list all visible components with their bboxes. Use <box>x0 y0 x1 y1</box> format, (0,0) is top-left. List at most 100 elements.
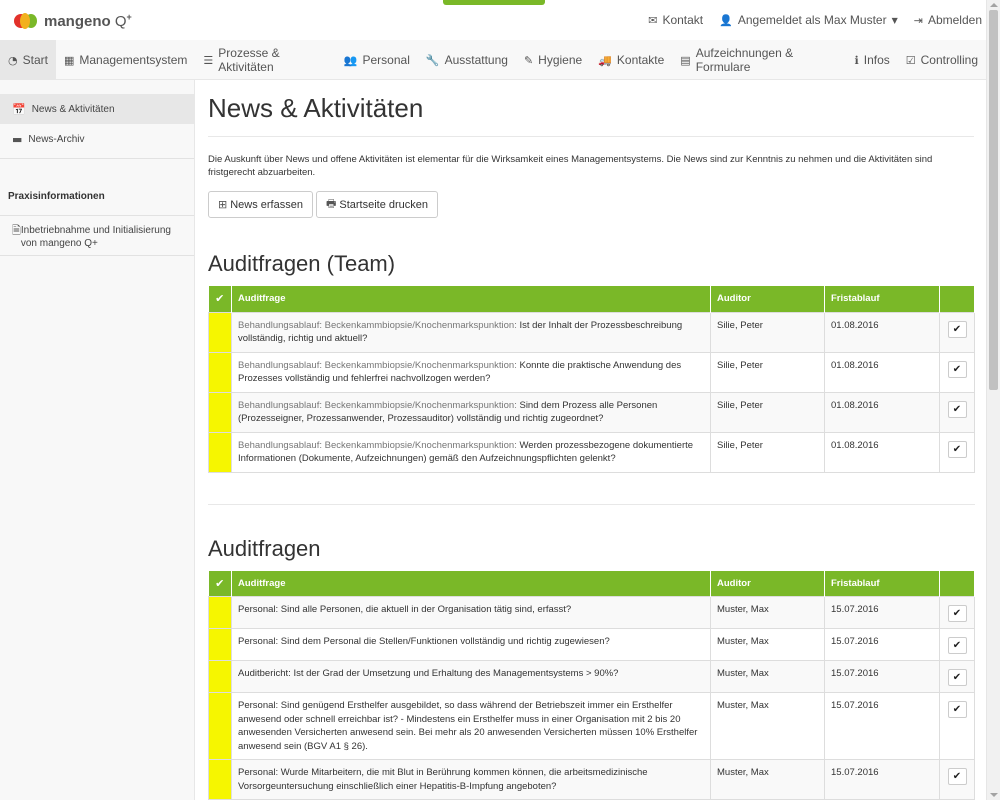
user-menu[interactable]: 👤 Angemeldet als Max Muster ▼ <box>719 13 898 27</box>
page-scrollbar[interactable] <box>986 0 1000 800</box>
page-title: News & Aktivitäten <box>208 93 424 123</box>
startseite-drucken-button[interactable]: 🖶 Startseite drucken <box>315 191 439 218</box>
nav-label: Aufzeichnungen & Formulare <box>695 46 794 74</box>
audit-table-team: ✔ Auditfrage Auditor Fristablauf Behandl… <box>208 286 975 473</box>
edit-icon: ✎ <box>523 53 534 67</box>
complete-check-button[interactable]: ✔ <box>947 320 967 338</box>
complete-check-button[interactable]: ✔ <box>947 605 967 622</box>
calendar-icon: 📅 <box>12 102 26 116</box>
section-title-team: Auditfragen (Team) <box>208 251 396 276</box>
deadline-cell: 15.07.2016 <box>824 692 940 760</box>
check-icon: ✔ <box>215 292 225 306</box>
complete-check-button[interactable]: ✔ <box>947 768 967 785</box>
sidebar: 📅 News & Aktivitäten ▬ News-Archiv Praxi… <box>0 80 195 800</box>
nav-item-personal[interactable]: 👥 Personal <box>336 40 418 80</box>
top-header: mangeno Q+ ✉ Kontakt 👤 Angemeldet als Ma… <box>0 0 986 40</box>
nav-label: Hygiene <box>538 53 583 67</box>
question-cell: Personal: Sind dem Personal die Stellen/… <box>231 628 711 661</box>
nav-item-managementsystem[interactable]: ▦ Managementsystem <box>56 40 195 80</box>
brand-name: mangeno Q+ <box>44 12 132 30</box>
status-flag <box>208 660 232 693</box>
complete-check-button[interactable]: ✔ <box>947 360 967 378</box>
status-flag <box>208 628 232 661</box>
nav-item-aufzeichnungen[interactable]: ▤ Aufzeichnungen & Formulare <box>672 40 846 80</box>
check-column-header: ✔ <box>208 570 232 597</box>
scroll-down-arrow-icon[interactable] <box>990 793 998 797</box>
column-header-actions <box>939 570 975 597</box>
auditor-cell: Silie, Peter <box>710 311 825 353</box>
deadline-cell: 15.07.2016 <box>824 596 940 629</box>
column-header-actions <box>939 286 975 312</box>
caret-down-icon: ▼ <box>891 15 898 25</box>
deadline-cell: 01.08.2016 <box>824 391 940 433</box>
section-title-audit: Auditfragen <box>208 535 321 561</box>
sidebar-item-label: News & Aktivitäten <box>31 103 115 115</box>
nav-item-kontakte[interactable]: 🚚 Kontakte <box>590 40 672 80</box>
nav-item-start[interactable]: ◔ Start <box>0 40 56 80</box>
deadline-cell: 01.08.2016 <box>824 351 940 393</box>
sign-out-icon: ⇥ <box>913 13 923 27</box>
brand-logo[interactable]: mangeno Q+ <box>14 12 132 30</box>
nav-item-hygiene[interactable]: ✎ Hygiene <box>516 40 590 80</box>
complete-check-button[interactable]: ✔ <box>947 400 967 418</box>
nav-item-controlling[interactable]: ☑ Controlling <box>898 40 986 80</box>
logout-label: Abmelden <box>927 13 982 27</box>
question-cell: Behandlungsablauf: Beckenkammbiopsie/Kno… <box>231 351 711 393</box>
nav-label: Controlling <box>920 53 978 67</box>
complete-check-button[interactable]: ✔ <box>947 637 967 654</box>
table-row: Behandlungsablauf: Beckenkammbiopsie/Kno… <box>208 431 975 473</box>
nav-item-ausstattung[interactable]: 🔧 Ausstattung <box>418 40 516 80</box>
deadline-cell: 15.07.2016 <box>824 759 940 800</box>
contact-link[interactable]: ✉ Kontakt <box>648 13 703 27</box>
info-icon: ℹ <box>854 53 859 67</box>
question-cell: Auditbericht: Ist der Grad der Umsetzung… <box>231 660 711 693</box>
column-header-deadline: Fristablauf <box>824 286 940 312</box>
list-alt-icon: ▤ <box>680 53 691 67</box>
action-buttons: ⊞ News erfassen 🖶 Startseite drucken <box>208 191 974 218</box>
question-prefix: Behandlungsablauf: Beckenkammbiopsie/Kno… <box>238 399 517 411</box>
column-header-auditor: Auditor <box>710 286 825 312</box>
nav-item-infos[interactable]: ℹ Infos <box>847 40 898 80</box>
scroll-up-arrow-icon[interactable] <box>990 3 998 7</box>
action-cell: ✔ <box>939 628 975 661</box>
scroll-thumb[interactable] <box>989 10 998 390</box>
logo-mark-icon <box>14 12 40 30</box>
status-flag <box>208 759 232 800</box>
sidebar-item-label: News-Archiv <box>28 133 85 145</box>
table-row: Personal: Sind alle Personen, die aktuel… <box>208 596 975 629</box>
users-icon: 👥 <box>343 53 358 67</box>
deadline-cell: 15.07.2016 <box>824 660 940 693</box>
button-label: Startseite drucken <box>339 198 429 211</box>
action-cell: ✔ <box>939 596 975 629</box>
wrench-icon: 🔧 <box>425 53 440 67</box>
question-prefix: Behandlungsablauf: Beckenkammbiopsie/Kno… <box>238 359 517 371</box>
auditor-cell: Silie, Peter <box>710 391 825 433</box>
nav-label: Start <box>22 53 48 67</box>
main-nav: ◔ Start ▦ Managementsystem ☰ Prozesse & … <box>0 40 986 80</box>
deadline-cell: 01.08.2016 <box>824 431 940 473</box>
user-menu-label: Angemeldet als Max Muster <box>737 13 887 27</box>
deadline-cell: 01.08.2016 <box>824 311 940 353</box>
news-erfassen-button[interactable]: ⊞ News erfassen <box>208 191 313 218</box>
column-header-question: Auditfrage <box>231 286 711 312</box>
sidebar-item-news-archiv[interactable]: ▬ News-Archiv <box>0 124 194 154</box>
auditor-cell: Silie, Peter <box>710 351 825 393</box>
sidebar-item-news-aktivitaeten[interactable]: 📅 News & Aktivitäten <box>0 94 194 124</box>
check-icon: ✔ <box>215 576 225 590</box>
table-row: Auditbericht: Ist der Grad der Umsetzung… <box>208 660 975 693</box>
nav-item-prozesse[interactable]: ☰ Prozesse & Aktivitäten <box>195 40 335 80</box>
complete-check-button[interactable]: ✔ <box>947 440 967 458</box>
auditor-cell: Muster, Max <box>710 660 825 693</box>
sidebar-link-inbetriebnahme[interactable]: 🗎 Inbetriebnahme und Initialisierung von… <box>0 215 194 256</box>
logout-link[interactable]: ⇥ Abmelden <box>914 13 982 27</box>
complete-check-button[interactable]: ✔ <box>947 701 967 718</box>
title-divider <box>208 136 974 137</box>
nav-label: Managementsystem <box>79 53 188 67</box>
question-cell: Behandlungsablauf: Beckenkammbiopsie/Kno… <box>231 431 711 473</box>
complete-check-button[interactable]: ✔ <box>947 669 967 686</box>
print-icon: 🖶 <box>325 197 337 210</box>
status-flag <box>208 311 232 353</box>
question-cell: Personal: Sind alle Personen, die aktuel… <box>231 596 711 629</box>
table-row: Behandlungsablauf: Beckenkammbiopsie/Kno… <box>208 311 975 353</box>
column-header-deadline: Fristablauf <box>824 570 940 597</box>
